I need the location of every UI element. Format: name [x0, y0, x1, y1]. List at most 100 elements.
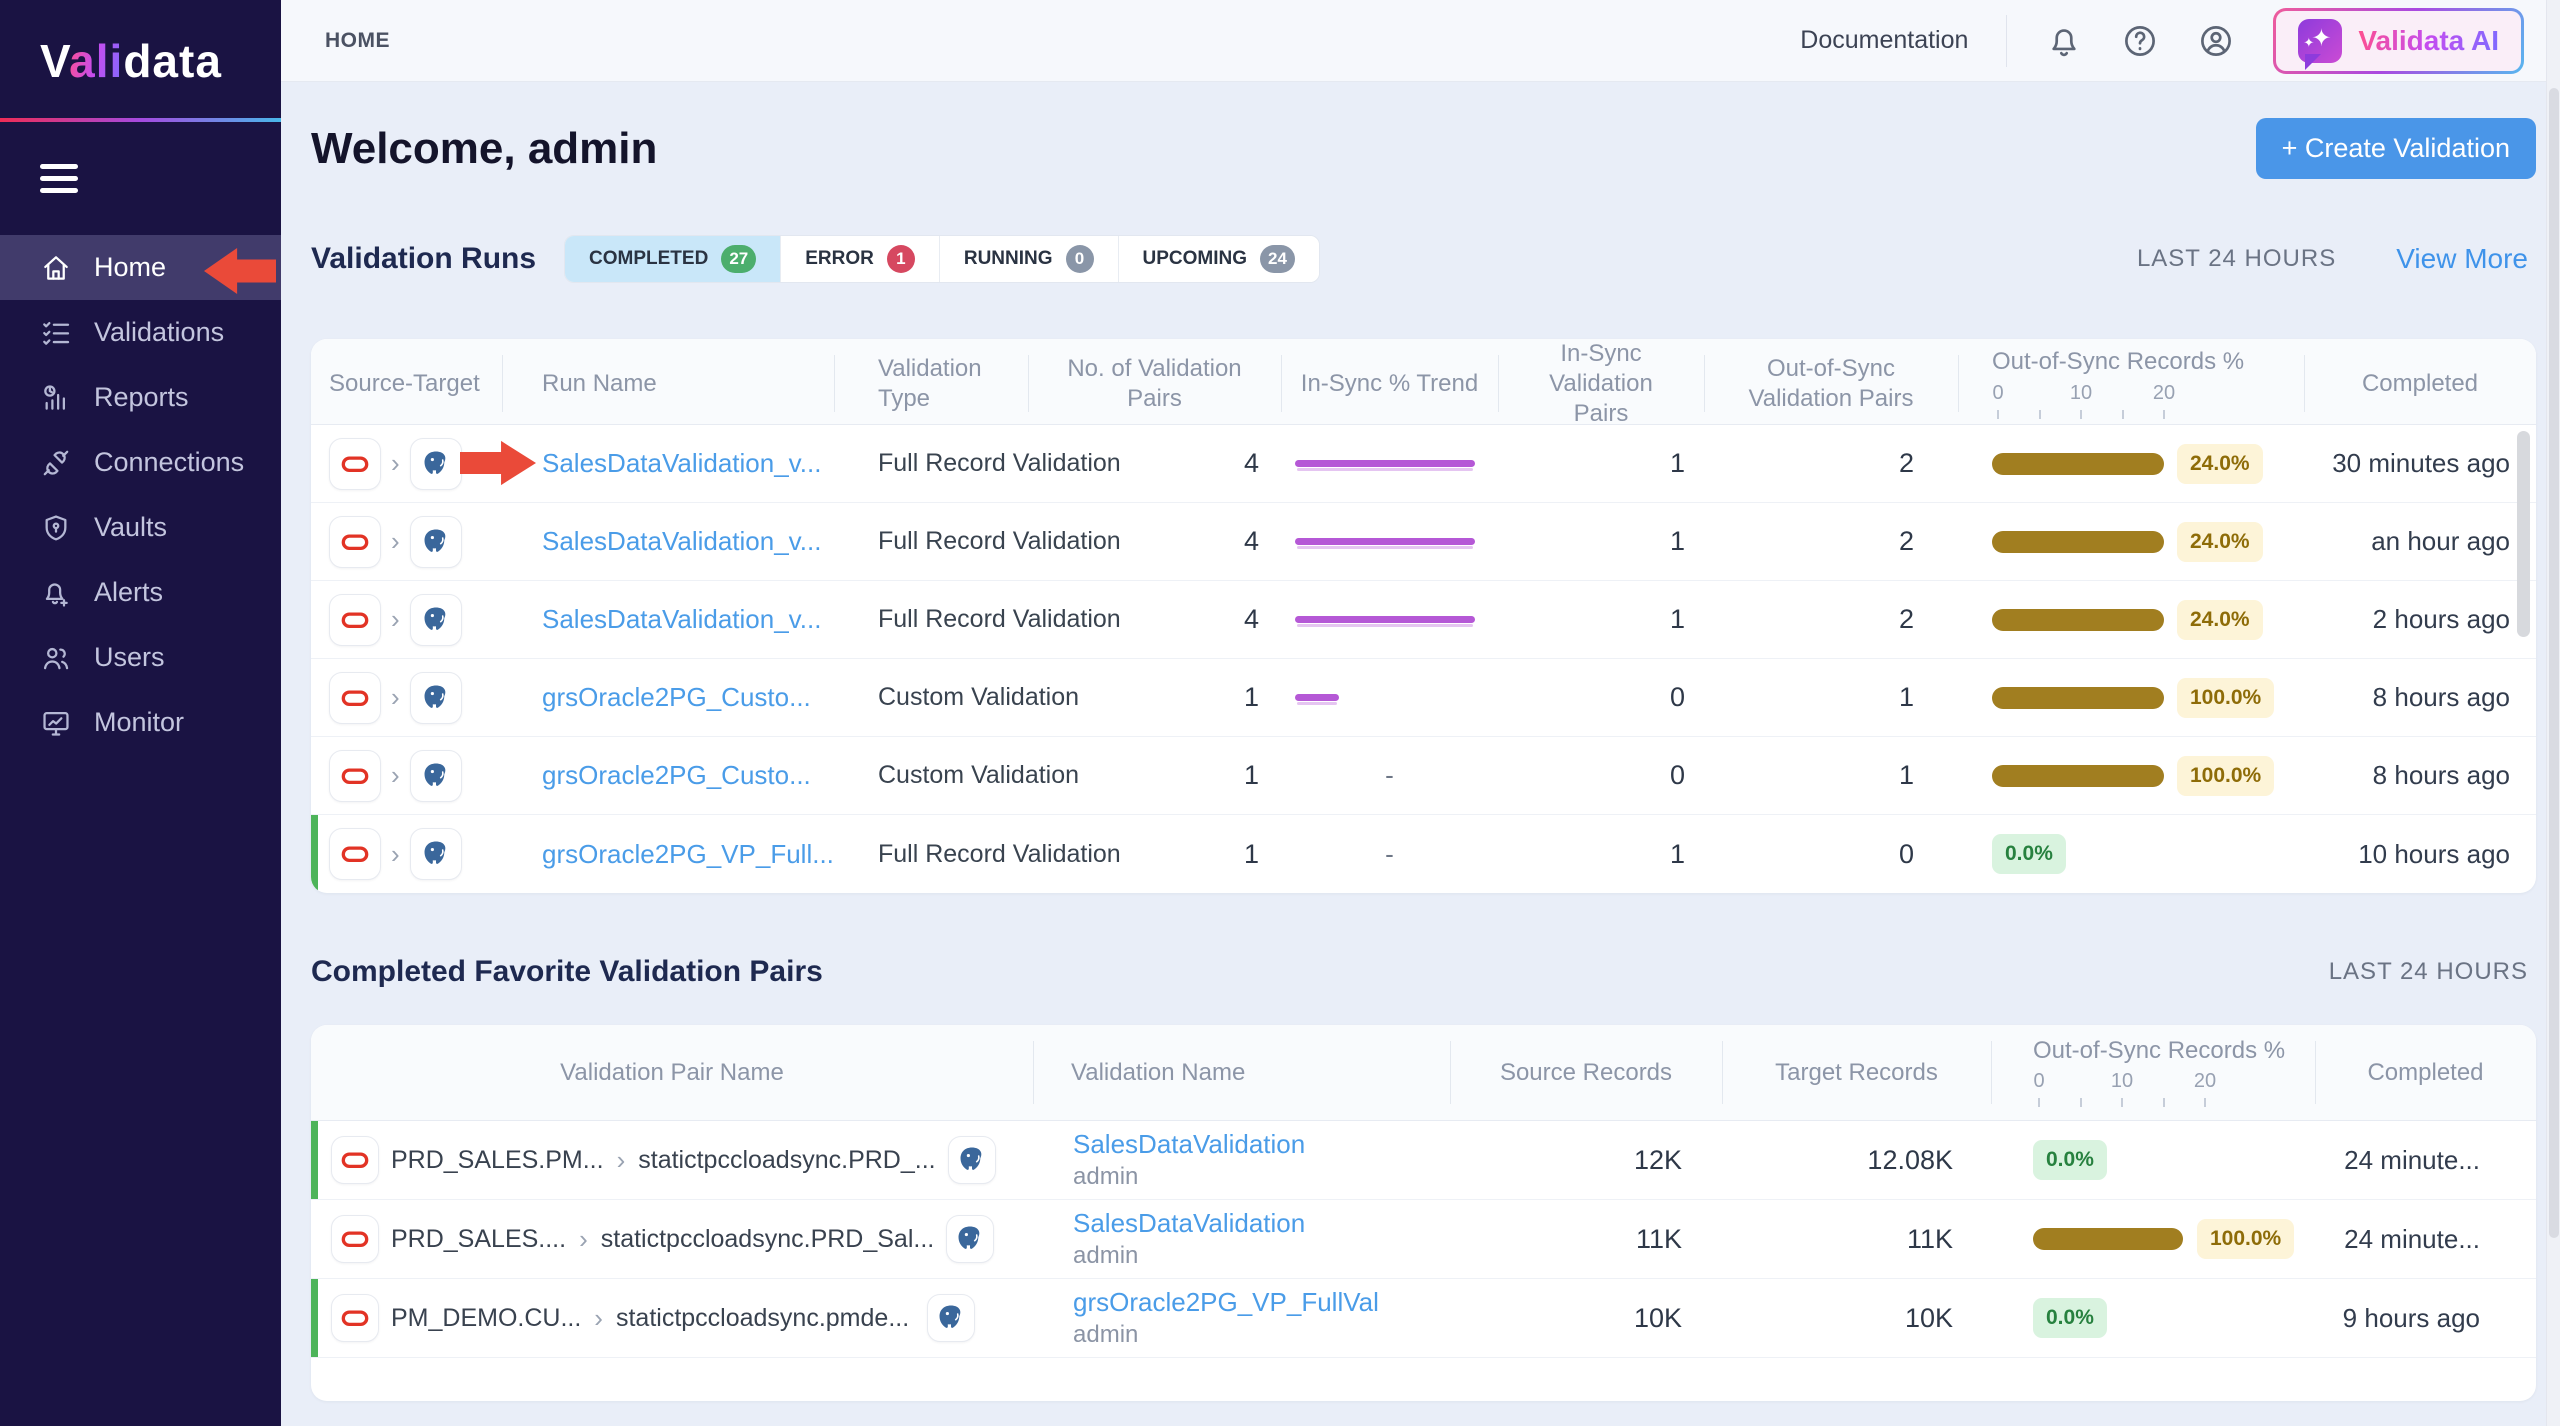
menu-toggle-icon[interactable] [40, 164, 78, 193]
pair-target-name: statictpccloadsync.PRD_... [638, 1146, 935, 1175]
out-of-sync-pairs: 1 [1704, 659, 1958, 736]
tab-count-badge: 1 [887, 245, 915, 273]
view-more-link[interactable]: View More [2396, 243, 2528, 275]
in-sync-trend [1281, 659, 1498, 736]
completed-time: 30 minutes ago [2304, 425, 2536, 502]
out-of-sync-bar [1992, 531, 2164, 553]
tab-error[interactable]: ERROR 1 [781, 236, 940, 282]
run-name-link[interactable]: grsOracle2PG_Custo... [542, 760, 811, 791]
status-stripe [311, 1279, 318, 1357]
status-stripe [311, 581, 318, 658]
in-sync-pairs: 0 [1498, 659, 1704, 736]
favorite-pair-row: PRD_SALES.PM... › statictpccloadsync.PRD… [311, 1121, 2536, 1200]
validation-name-cell: grsOracle2PG_VP_FullVal admin [1033, 1279, 1450, 1357]
tab-upcoming[interactable]: UPCOMING 24 [1119, 236, 1319, 282]
sidebar-item-reports[interactable]: Reports [0, 365, 281, 430]
out-of-sync-records-cell: 24.0% [1958, 503, 2304, 580]
bell-icon[interactable] [2045, 22, 2083, 60]
page-scrollbar-thumb[interactable] [2549, 88, 2559, 1238]
tab-completed[interactable]: COMPLETED 27 [565, 236, 781, 282]
validation-type: Custom Validation [834, 737, 1028, 814]
source-target-cell: › [311, 737, 502, 814]
in-sync-pairs: 1 [1498, 815, 1704, 893]
runs-header-right: LAST 24 HOURS View More [2137, 243, 2536, 275]
sidebar-item-vaults[interactable]: Vaults [0, 495, 281, 560]
validata-ai-button[interactable]: ✦✦ Validata AI [2273, 8, 2524, 74]
out-of-sync-pct-badge: 100.0% [2197, 1219, 2294, 1259]
run-name-link[interactable]: grsOracle2PG_Custo... [542, 682, 811, 713]
vaults-icon [40, 512, 72, 544]
completed-time: 2 hours ago [2304, 581, 2536, 658]
topbar-divider [2006, 15, 2007, 67]
owner-label: admin [1073, 1163, 1138, 1191]
reports-icon [40, 382, 72, 414]
validation-name-cell: SalesDataValidation admin [1033, 1200, 1450, 1278]
out-of-sync-records-cell: 0.0% [1991, 1279, 2315, 1357]
tab-running[interactable]: RUNNING 0 [940, 236, 1119, 282]
logo-part: data [123, 35, 222, 87]
favorites-header: Completed Favorite Validation Pairs LAST… [311, 955, 2536, 989]
sidebar-item-label: Validations [94, 317, 224, 348]
runs-table-body: › SalesDataValidation_v... Full Record V… [311, 425, 2536, 893]
column-header-target-records: Target Records [1722, 1025, 1991, 1120]
validation-pair-cell: PRD_SALES.PM... › statictpccloadsync.PRD… [311, 1121, 1033, 1199]
validation-run-row: › SalesDataValidation_v... Full Record V… [311, 503, 2536, 581]
axis-tick-mark [2163, 1098, 2165, 1107]
app-root: Validata Home Validations Reports Connec… [0, 0, 2560, 1426]
validation-name-link[interactable]: grsOracle2PG_VP_FullVal [1073, 1287, 1379, 1318]
sidebar-item-validations[interactable]: Validations [0, 300, 281, 365]
run-name-link[interactable]: SalesDataValidation_v... [542, 448, 821, 479]
account-icon[interactable] [2197, 22, 2235, 60]
runs-section-title: Validation Runs [311, 242, 536, 276]
source-target-cell: › [311, 815, 502, 893]
status-stripe [311, 425, 318, 502]
sidebar-item-monitor[interactable]: Monitor [0, 690, 281, 755]
sidebar-item-users[interactable]: Users [0, 625, 281, 690]
run-name-link[interactable]: grsOracle2PG_VP_Full... [542, 839, 834, 870]
validation-type: Full Record Validation [834, 425, 1028, 502]
run-name-link[interactable]: SalesDataValidation_v... [542, 526, 821, 557]
pair-source-name: PRD_SALES.... [391, 1225, 566, 1254]
out-of-sync-pairs: 1 [1704, 737, 1958, 814]
column-header-out-of-sync-records: Out-of-Sync Records %01020 [1958, 339, 2304, 428]
validation-name-link[interactable]: SalesDataValidation [1073, 1208, 1305, 1239]
column-header-in-sync-pairs: In-Sync Validation Pairs [1498, 339, 1704, 428]
out-of-sync-pairs: 2 [1704, 581, 1958, 658]
out-of-sync-records-cell: 0.0% [1958, 815, 2304, 893]
documentation-link[interactable]: Documentation [1800, 26, 1968, 55]
in-sync-trend-sparkline [1295, 694, 1339, 701]
validation-run-row: › grsOracle2PG_VP_Full... Full Record Va… [311, 815, 2536, 893]
time-filter-label: LAST 24 HOURS [2137, 245, 2336, 273]
in-sync-trend: - [1281, 737, 1498, 814]
in-sync-pairs: 0 [1498, 737, 1704, 814]
sidebar-item-label: Monitor [94, 707, 184, 738]
in-sync-trend: - [1281, 815, 1498, 893]
tab-count-badge: 27 [721, 245, 756, 273]
validation-name-link[interactable]: SalesDataValidation [1073, 1129, 1305, 1160]
validation-type: Full Record Validation [834, 581, 1028, 658]
out-of-sync-records-cell: 24.0% [1958, 425, 2304, 502]
status-stripe [311, 1200, 318, 1278]
validation-runs-header: Validation Runs COMPLETED 27 ERROR 1 RUN… [311, 235, 2536, 283]
run-name-link[interactable]: SalesDataValidation_v... [542, 604, 821, 635]
column-header-source-records: Source Records [1450, 1025, 1722, 1120]
sidebar-item-connections[interactable]: Connections [0, 430, 281, 495]
favorites-table-body: PRD_SALES.PM... › statictpccloadsync.PRD… [311, 1121, 2536, 1358]
table-scrollbar-thumb[interactable] [2517, 431, 2530, 637]
pair-target-name: statictpccloadsync.PRD_Sal... [601, 1225, 934, 1254]
out-of-sync-records-cell: 100.0% [1958, 737, 2304, 814]
out-of-sync-pct-badge: 0.0% [2033, 1140, 2107, 1180]
postgresql-icon [410, 750, 462, 802]
sidebar-item-alerts[interactable]: Alerts [0, 560, 281, 625]
create-validation-button[interactable]: + Create Validation [2256, 118, 2536, 179]
page-scrollbar[interactable] [2546, 0, 2560, 1426]
help-icon[interactable] [2121, 22, 2159, 60]
sidebar-nav: Home Validations Reports Connections Vau… [0, 235, 281, 755]
runs-table-header: Source-Target Run Name Validation Type N… [311, 339, 2536, 425]
pair-target-name: statictpccloadsync.pmde... [616, 1304, 909, 1333]
axis-tick-label: 10 [2070, 381, 2092, 406]
source-target-cell: › [311, 581, 502, 658]
favorite-pair-row: PM_DEMO.CU... › statictpccloadsync.pmde.… [311, 1279, 2536, 1358]
favorites-table-header: Validation Pair Name Validation Name Sou… [311, 1025, 2536, 1121]
validation-type: Custom Validation [834, 659, 1028, 736]
